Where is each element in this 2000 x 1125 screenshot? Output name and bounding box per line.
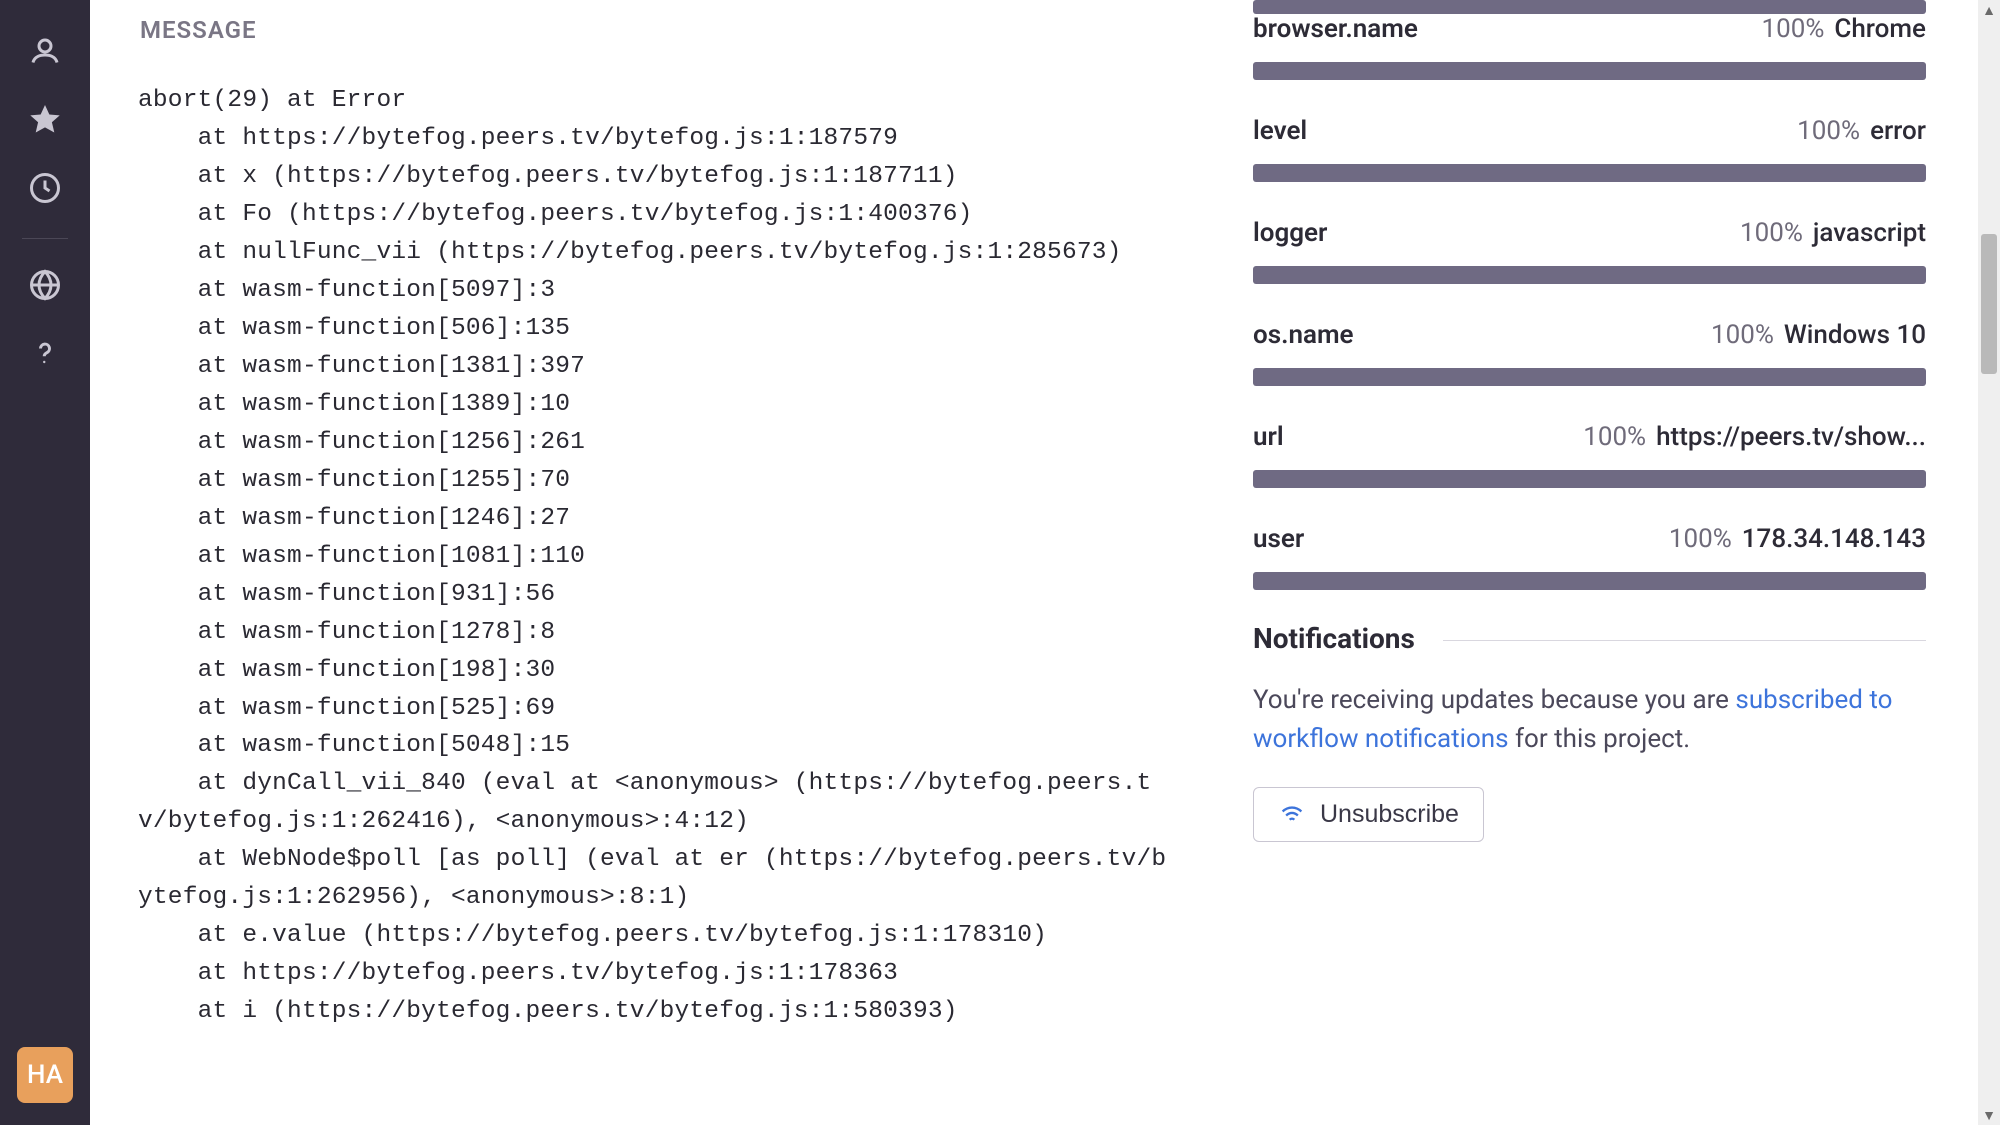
tag-row[interactable]: os.name 100% Windows 10: [1253, 320, 1926, 350]
tag-percent: 100%: [1797, 116, 1860, 146]
message-section-title: MESSAGE: [140, 16, 1179, 44]
avatar-initials: HA: [27, 1060, 63, 1090]
tag-key: os.name: [1253, 320, 1354, 350]
tag-bar: [1253, 368, 1926, 386]
tag-row[interactable]: level 100% error: [1253, 116, 1926, 146]
unsubscribe-button[interactable]: Unsubscribe: [1253, 787, 1484, 842]
tag-key: url: [1253, 422, 1284, 452]
tag-bar: [1253, 470, 1926, 488]
tag-bar: [1253, 572, 1926, 590]
notifications-text: You're receiving updates because you are…: [1253, 681, 1926, 759]
tag-row[interactable]: url 100% https://peers.tv/show...: [1253, 422, 1926, 452]
tag-key: user: [1253, 524, 1304, 554]
tag-value: error: [1870, 116, 1926, 146]
tag-value: 178.34.148.143: [1742, 524, 1926, 554]
scroll-down-arrow[interactable]: ▼: [1978, 1105, 2000, 1125]
scroll-thumb[interactable]: [1981, 234, 1997, 374]
tag-value: Windows 10: [1784, 320, 1926, 350]
tag-key: logger: [1253, 218, 1327, 248]
tag-percent: 100%: [1669, 524, 1732, 554]
tag-value: Chrome: [1834, 14, 1926, 44]
wifi-icon: [1278, 801, 1306, 829]
tag-bar: [1253, 266, 1926, 284]
sidebar-divider: [22, 238, 68, 239]
tag-bar: [1253, 0, 1926, 14]
message-panel: MESSAGE abort(29) at Error at https://by…: [90, 0, 1227, 1125]
stack-trace: abort(29) at Error at https://bytefog.pe…: [138, 82, 1179, 1031]
unsubscribe-label: Unsubscribe: [1320, 800, 1459, 829]
main: MESSAGE abort(29) at Error at https://by…: [90, 0, 2000, 1125]
tag-key: browser.name: [1253, 14, 1418, 44]
tag-value: https://peers.tv/show...: [1656, 422, 1926, 452]
tag-row[interactable]: browser.name 100% Chrome: [1253, 14, 1926, 44]
tag-percent: 100%: [1761, 14, 1824, 44]
scroll-up-arrow[interactable]: ▲: [1978, 0, 2000, 20]
help-icon[interactable]: [23, 331, 67, 375]
tag-value: javascript: [1813, 218, 1926, 248]
tag-bar: [1253, 62, 1926, 80]
tag-percent: 100%: [1740, 218, 1803, 248]
star-icon[interactable]: [23, 98, 67, 142]
tag-row[interactable]: logger 100% javascript: [1253, 218, 1926, 248]
globe-icon[interactable]: [23, 263, 67, 307]
scrollbar[interactable]: ▲ ▼: [1978, 0, 2000, 1125]
tag-percent: 100%: [1711, 320, 1774, 350]
avatar[interactable]: HA: [17, 1047, 73, 1103]
tag-bar: [1253, 164, 1926, 182]
sidebar: HA: [0, 0, 90, 1125]
tag-key: level: [1253, 116, 1307, 146]
profile-icon[interactable]: [23, 30, 67, 74]
tag-row[interactable]: user 100% 178.34.148.143: [1253, 524, 1926, 554]
notifications-heading: Notifications: [1253, 622, 1926, 655]
tag-percent: 100%: [1583, 422, 1646, 452]
right-column: browser.name 100% Chrome level 100% error logg…: [1227, 0, 2000, 1125]
notif-text-prefix: You're receiving updates because you are: [1253, 685, 1735, 715]
notif-text-suffix: for this project.: [1509, 724, 1691, 754]
history-icon[interactable]: [23, 166, 67, 210]
